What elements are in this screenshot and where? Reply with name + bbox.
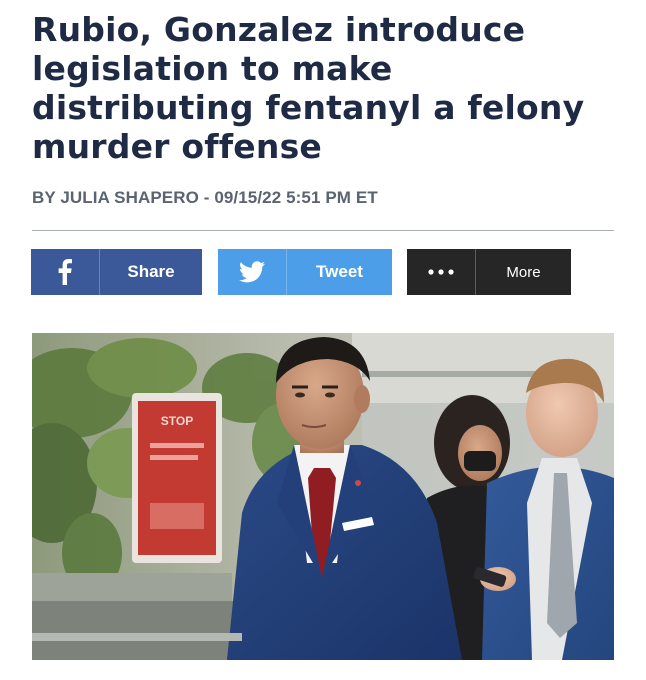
- twitter-tweet-label: Tweet: [316, 262, 363, 281]
- twitter-bird-icon: [218, 249, 286, 295]
- article-headline: Rubio, Gonzalez introduce legislation to…: [32, 10, 585, 166]
- divider: [32, 230, 614, 231]
- article-photo: STOP: [32, 333, 614, 660]
- stop-sign-board: STOP: [132, 393, 222, 563]
- ellipsis-icon: [407, 249, 475, 295]
- article-byline: BY JULIA SHAPERO - 09/15/22 5:51 PM ET: [32, 188, 378, 207]
- facebook-share-button[interactable]: Share: [31, 249, 202, 295]
- more-share-button[interactable]: More: [407, 249, 571, 295]
- facebook-share-label: Share: [127, 262, 175, 281]
- twitter-tweet-button[interactable]: Tweet: [218, 249, 392, 295]
- more-share-label: More: [506, 263, 541, 281]
- facebook-icon: [31, 249, 99, 295]
- sign-text: STOP: [161, 414, 193, 428]
